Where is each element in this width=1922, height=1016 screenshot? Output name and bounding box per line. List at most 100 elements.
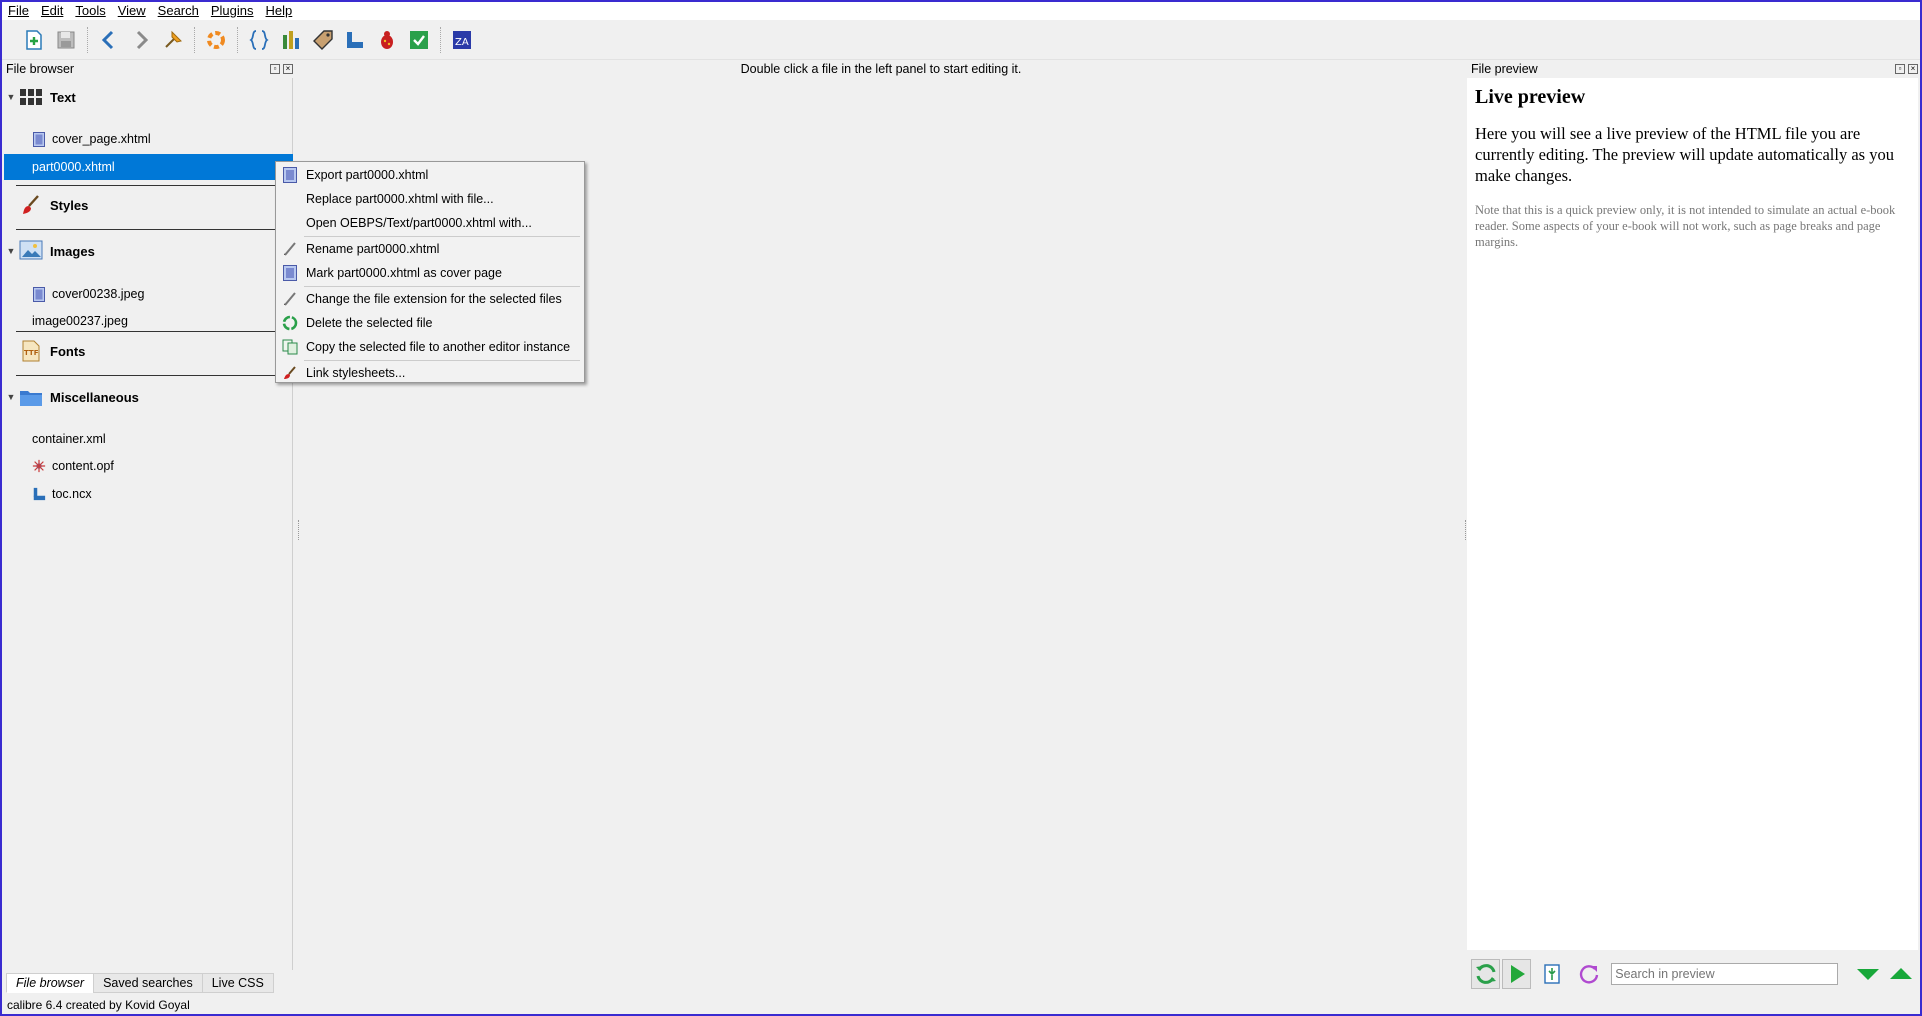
menu-item-replace[interactable]: Replace part0000.xhtml with file...: [276, 188, 584, 210]
beautify-icon: [249, 29, 269, 50]
menu-item-change-extension[interactable]: Change the file extension for the select…: [276, 288, 584, 310]
file-browser-title: File browser ▫ ×: [2, 60, 295, 78]
file-image237[interactable]: image00237.jpeg: [4, 309, 293, 333]
check-book-button[interactable]: [374, 27, 400, 53]
file-content-opf[interactable]: content.opf: [4, 454, 293, 478]
folder-icon: [18, 385, 44, 409]
category-misc[interactable]: ▼ Miscellaneous: [4, 380, 293, 414]
menu-tools[interactable]: Tools: [69, 2, 111, 20]
menu-help[interactable]: Help: [260, 2, 299, 20]
reports-button[interactable]: [278, 27, 304, 53]
menu-item-export[interactable]: Export part0000.xhtml: [276, 164, 584, 186]
file-cover-page[interactable]: cover_page.xhtml: [4, 127, 293, 151]
forward-button[interactable]: [128, 27, 154, 53]
file-part0000[interactable]: part0000.xhtml: [4, 154, 293, 180]
menu-edit[interactable]: Edit: [35, 2, 69, 20]
file-label: cover_page.xhtml: [52, 132, 151, 146]
status-bar: calibre 6.4 created by Kovid Goyal: [7, 998, 190, 1012]
back-button[interactable]: [96, 27, 122, 53]
chevron-up-icon: [1890, 968, 1913, 979]
menu-item-link-stylesheets[interactable]: Link stylesheets...: [276, 362, 584, 384]
new-file-icon: [26, 29, 42, 50]
menu-item-label: Copy the selected file to another editor…: [306, 340, 571, 354]
menu-bar: File Edit Tools View Search Plugins Help: [2, 2, 1920, 20]
forward-icon: [136, 30, 149, 49]
refresh-icon: [1475, 964, 1496, 984]
metadata-icon: [32, 458, 46, 474]
float-icon[interactable]: ▫: [270, 64, 280, 74]
tag-button[interactable]: [310, 27, 336, 53]
find-next-button[interactable]: [1854, 959, 1883, 989]
save-icon: [57, 31, 75, 48]
expand-arrow-icon[interactable]: ▼: [4, 392, 18, 402]
preview-toolbar: [1471, 957, 1916, 991]
checkpoint-button[interactable]: [160, 27, 186, 53]
play-icon: [1510, 965, 1525, 983]
find-previous-button[interactable]: [1887, 959, 1916, 989]
menu-item-label: Replace part0000.xhtml with file...: [306, 192, 494, 206]
split-icon: [1544, 964, 1560, 984]
category-fonts[interactable]: TTF Fonts: [4, 334, 293, 368]
menu-item-copy-instance[interactable]: Copy the selected file to another editor…: [276, 336, 584, 358]
expand-arrow-icon[interactable]: ▼: [4, 246, 18, 256]
category-images[interactable]: ▼ Images: [4, 234, 293, 268]
file-preview-dock: File preview ▫ × Live preview Here you w…: [1467, 60, 1920, 995]
cover-page-icon: [32, 131, 46, 147]
brush-icon: [282, 365, 298, 381]
menu-item-delete[interactable]: Delete the selected file: [276, 312, 584, 334]
new-file-button[interactable]: [21, 27, 47, 53]
close-icon[interactable]: ×: [283, 64, 293, 74]
file-toc-ncx[interactable]: toc.ncx: [4, 482, 293, 506]
checkpoint-icon: [165, 30, 182, 48]
category-text[interactable]: ▼ Text: [4, 80, 293, 114]
preview-pane: Live preview Here you will see a live pr…: [1467, 78, 1918, 950]
center-hint: Double click a file in the left panel to…: [740, 62, 1022, 76]
text-category-icon: [18, 85, 44, 109]
reload-button[interactable]: [1574, 959, 1603, 989]
font-file-icon: TTF: [18, 339, 44, 363]
split-view-button[interactable]: [1537, 959, 1566, 989]
fix-html-icon: [207, 30, 225, 49]
rename-icon: [282, 291, 298, 307]
file-cover-image[interactable]: cover00238.jpeg: [4, 282, 293, 306]
fix-html-button[interactable]: [203, 27, 229, 53]
menu-search[interactable]: Search: [152, 2, 205, 20]
svg-text:ZA: ZA: [455, 37, 469, 48]
menu-item-mark-cover[interactable]: Mark part0000.xhtml as cover page: [276, 262, 584, 284]
category-styles[interactable]: Styles: [4, 188, 293, 222]
save-button[interactable]: [53, 27, 79, 53]
menu-file[interactable]: File: [2, 2, 35, 20]
category-label: Fonts: [50, 343, 86, 359]
left-splitter[interactable]: [298, 520, 299, 540]
category-label: Text: [50, 89, 76, 105]
spell-check-icon: ZA: [453, 30, 471, 49]
spell-check-button[interactable]: ZA: [449, 27, 475, 53]
divider: [16, 185, 293, 186]
dock-title-text: File preview: [1471, 62, 1538, 76]
tab-live-css[interactable]: Live CSS: [201, 973, 274, 993]
dock-buttons: ▫ ×: [270, 64, 293, 74]
preview-search-input[interactable]: [1611, 963, 1838, 985]
beautify-button[interactable]: [246, 27, 272, 53]
menu-view[interactable]: View: [112, 2, 152, 20]
menu-item-open-with[interactable]: Open OEBPS/Text/part0000.xhtml with...: [276, 212, 584, 234]
float-icon[interactable]: ▫: [1895, 64, 1905, 74]
auto-refresh-button[interactable]: [1471, 959, 1501, 989]
left-bottom-tabs: File browser Saved searches Live CSS: [6, 973, 274, 993]
brush-icon: [18, 193, 44, 217]
menu-plugins[interactable]: Plugins: [205, 2, 260, 20]
divider: [16, 375, 293, 376]
toolbar-separator: [87, 26, 88, 53]
tab-saved-searches[interactable]: Saved searches: [93, 973, 203, 993]
toc-button[interactable]: [342, 27, 368, 53]
expand-arrow-icon[interactable]: ▼: [4, 92, 18, 102]
close-icon[interactable]: ×: [1908, 64, 1918, 74]
checkmark-button[interactable]: [406, 27, 432, 53]
file-container-xml[interactable]: container.xml: [4, 427, 293, 451]
tab-file-browser[interactable]: File browser: [6, 973, 95, 993]
sync-button[interactable]: [1502, 959, 1532, 989]
right-splitter[interactable]: [1465, 520, 1466, 540]
toolbar-separator: [194, 26, 195, 53]
menu-item-rename[interactable]: Rename part0000.xhtml: [276, 238, 584, 260]
copy-icon: [282, 339, 298, 355]
